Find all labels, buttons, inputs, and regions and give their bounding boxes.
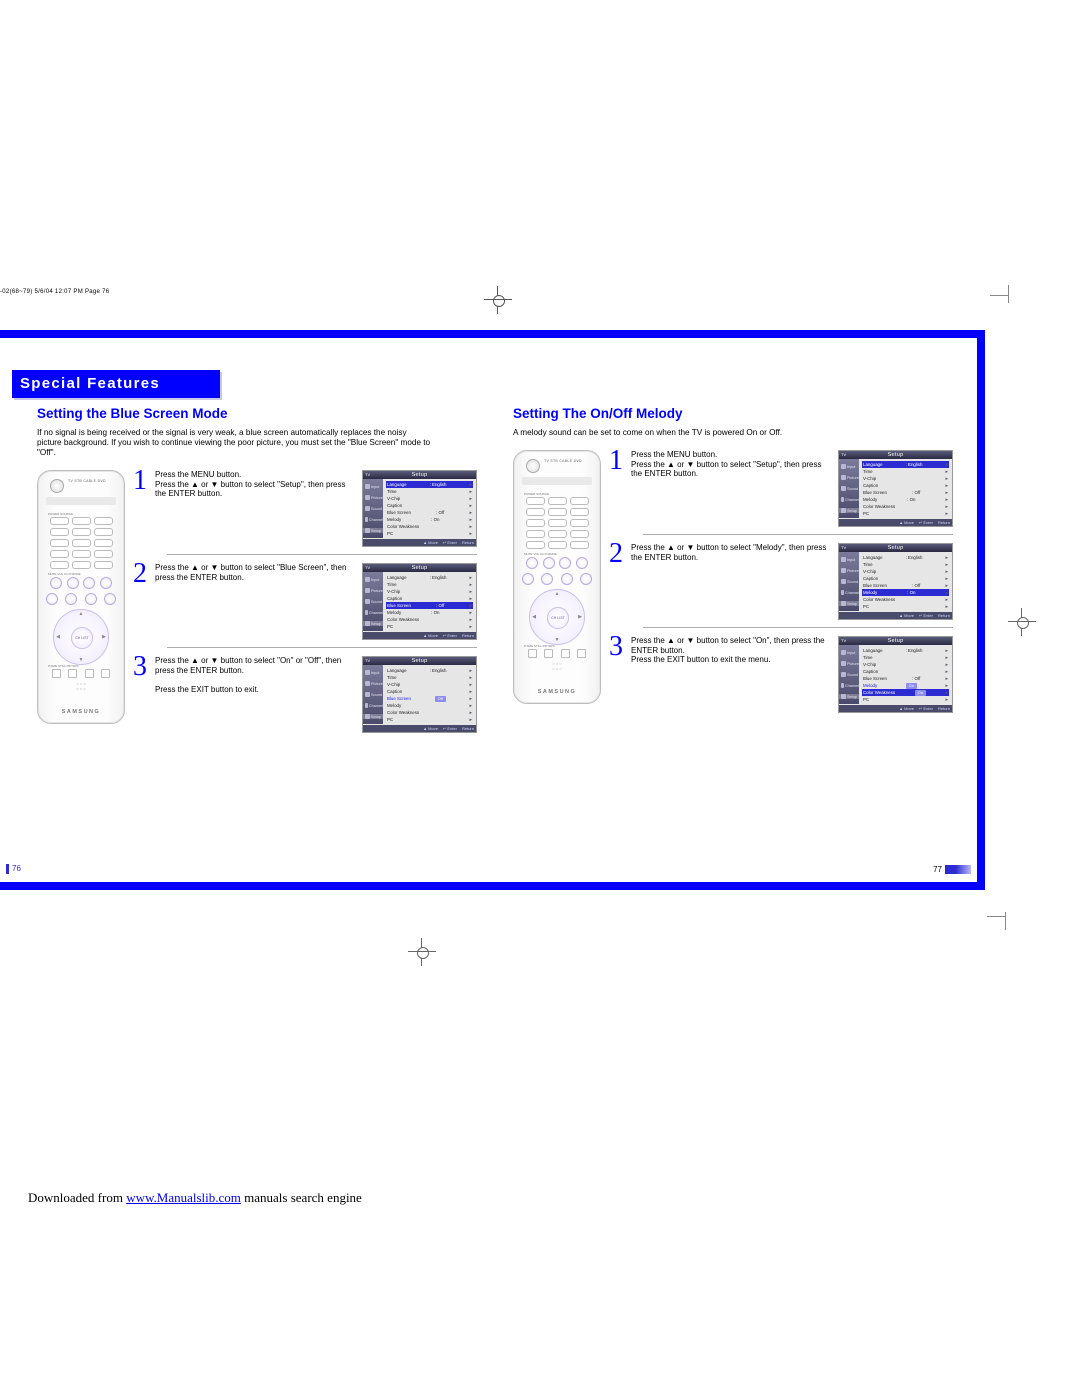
download-pre: Downloaded from [28, 1190, 126, 1205]
round-button-icon [100, 577, 112, 589]
chevron-up-icon: ▲ [77, 610, 85, 618]
step-item: 2 Press the ▲ or ▼ button to select "Mel… [609, 543, 953, 620]
remote-ir-panel [46, 497, 116, 505]
remote-bottom-grid: P.SIZE STILL PIP SRS ○ ○ ○○ ○ ○ [48, 663, 114, 691]
right-heading: Setting The On/Off Melody [513, 406, 953, 421]
round-button-icon [50, 577, 62, 589]
step-item: 3 Press the ▲ or ▼ button to select "On"… [133, 656, 477, 733]
right-content: TV STB CABLE DVD POWER SOURCE MUTE VOL C… [513, 450, 953, 729]
dpad-center: CH LIST [71, 627, 93, 649]
power-knob-icon [50, 479, 64, 493]
step-text: Press the MENU button.Press the ▲ or ▼ b… [155, 470, 356, 547]
left-heading: Setting the Blue Screen Mode [37, 406, 477, 421]
remote-illustration: TV STB CABLE DVD POWER SOURCE MUTE VOL C… [37, 470, 125, 724]
step-item: 1 Press the MENU button.Press the ▲ or ▼… [133, 470, 477, 547]
samsung-logo: SAMSUNG [38, 709, 124, 715]
download-footer: Downloaded from www.Manualslib.com manua… [28, 1190, 362, 1206]
manual-spread: Special Features Setting the Blue Screen… [0, 330, 985, 890]
remote-top-grid: POWER SOURCE MUTE VOL CH P.MODE [48, 511, 114, 592]
left-steps: 1 Press the MENU button.Press the ▲ or ▼… [133, 470, 477, 749]
right-page: Setting The On/Off Melody A melody sound… [513, 406, 953, 729]
download-post: manuals search engine [241, 1190, 362, 1205]
remote-illustration: TV STB CABLE DVD POWER SOURCE MUTE VOL C… [513, 450, 601, 704]
right-intro: A melody sound can be set to come on whe… [513, 428, 908, 438]
osd-screenshot: TV Setup InputPicture SoundChannel Setup… [362, 563, 477, 640]
section-tab-label: Special Features [20, 375, 160, 392]
section-tab: Special Features [12, 370, 220, 398]
step-number: 3 [133, 656, 149, 733]
crop-corner-bottom-right [1005, 912, 1023, 930]
osd-title: Setup [363, 471, 476, 479]
registration-mark-side [1008, 608, 1036, 636]
step-text: Press the ▲ or ▼ button to select "Blue … [155, 563, 356, 640]
remote-source-labels: TV STB CABLE DVD [68, 479, 106, 483]
page-number-right: 77 [933, 865, 971, 874]
step-number: 2 [133, 563, 149, 640]
osd-sidebar: Input Picture Sound Channel Setup [363, 479, 383, 538]
osd-screenshot: TV Setup InputPicture SoundChannel Setup… [362, 656, 477, 733]
step-number: 1 [133, 470, 149, 547]
osd-body: Language: English▸ Time▸ V-Chip▸ Caption… [383, 479, 476, 539]
round-button-icon [83, 577, 95, 589]
step-item: 1 Press the MENU button.Press the ▲ or ▼… [609, 450, 953, 527]
step-item: 2 Press the ▲ or ▼ button to select "Blu… [133, 563, 477, 640]
manualslib-link[interactable]: www.Manualslib.com [126, 1190, 241, 1205]
crop-corner-top-right [1008, 285, 1026, 303]
left-content: TV STB CABLE DVD POWER SOURCE MUTE VOL C… [37, 470, 477, 749]
right-steps: 1 Press the MENU button.Press the ▲ or ▼… [609, 450, 953, 729]
left-page: Setting the Blue Screen Mode If no signa… [37, 406, 477, 749]
registration-mark-top [484, 286, 512, 314]
osd-screenshot: TV Setup InputPicture SoundChannel Setup… [838, 450, 953, 527]
osd-footer: ▲ Move↵ EnterReturn [363, 539, 476, 546]
dots-icon: ○ ○ ○○ ○ ○ [48, 681, 114, 691]
document-page: -02(68~79) 5/6/04 12:07 PM Page 76 Speci… [0, 0, 1080, 1397]
osd-screenshot: TV Setup InputPicture SoundChannel Setup… [838, 543, 953, 620]
page-number-left: 76 [6, 864, 21, 874]
osd-screenshot: TV Setup Input Picture Sound Channel Set… [362, 470, 477, 547]
crop-header-text: -02(68~79) 5/6/04 12:07 PM Page 76 [0, 289, 109, 295]
step-item: 3 Press the ▲ or ▼ button to select "On"… [609, 636, 953, 713]
dpad-icon: ▲ ▼ ◀ ▶ CH LIST [53, 609, 109, 665]
osd-screenshot: TV Setup InputPicture SoundChannel Setup… [838, 636, 953, 713]
remote-dpad-area: ▲ ▼ ◀ ▶ CH LIST [38, 593, 124, 665]
round-button-icon [67, 577, 79, 589]
registration-mark-bottom [408, 938, 436, 966]
left-intro: If no signal is being received or the si… [37, 428, 432, 458]
step-text: Press the ▲ or ▼ button to select "On" o… [155, 656, 356, 733]
chevron-left-icon: ◀ [54, 633, 62, 641]
chevron-right-icon: ▶ [100, 633, 108, 641]
